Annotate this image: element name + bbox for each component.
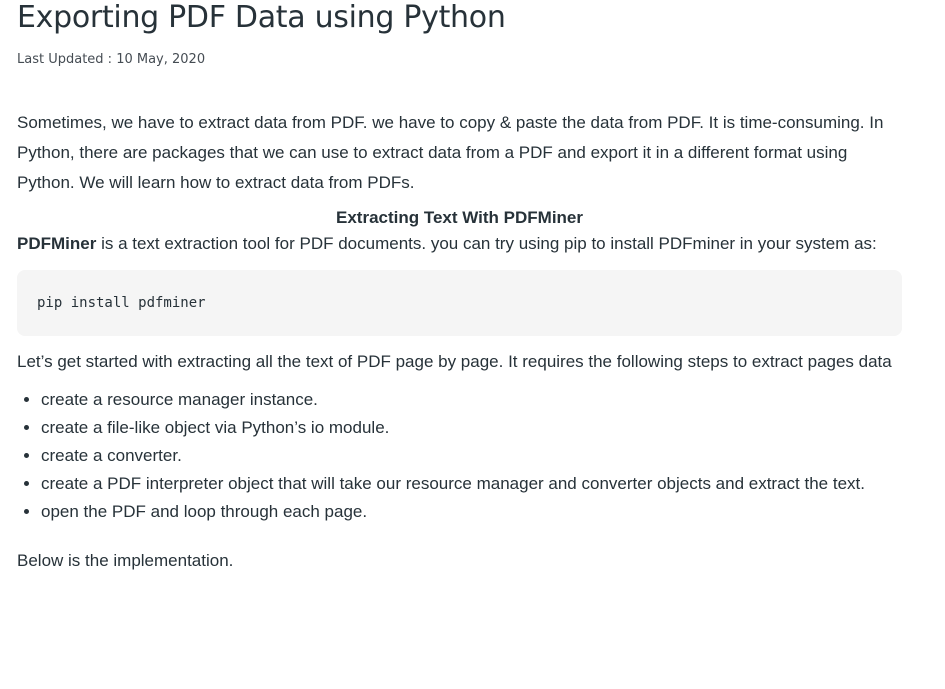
- intro-paragraph: Sometimes, we have to extract data from …: [17, 113, 884, 192]
- steps-lead-paragraph: Let’s get started with extracting all th…: [17, 352, 892, 371]
- code-block[interactable]: pip install pdfminer: [17, 270, 902, 336]
- tool-name: PDFMiner: [17, 234, 97, 253]
- steps-list: create a resource manager instance. crea…: [17, 386, 902, 526]
- list-item: create a PDF interpreter object that wil…: [41, 470, 902, 498]
- code-line[interactable]: pip install pdfminer: [37, 295, 206, 311]
- tool-paragraph: PDFMiner is a text extraction tool for P…: [17, 229, 902, 259]
- section-heading: Extracting Text With PDFMiner: [336, 208, 583, 227]
- implementation-note: Below is the implementation.: [17, 551, 234, 570]
- list-item: create a converter.: [41, 442, 902, 470]
- page-title: Exporting PDF Data using Python: [17, 0, 506, 35]
- tool-description: is a text extraction tool for PDF docume…: [96, 234, 877, 253]
- last-updated: Last Updated : 10 May, 2020: [17, 52, 206, 67]
- article: Exporting PDF Data using Python Last Upd…: [17, 0, 902, 576]
- list-item: create a resource manager instance.: [41, 386, 902, 414]
- list-item: create a file-like object via Python’s i…: [41, 414, 902, 442]
- list-item: open the PDF and loop through each page.: [41, 498, 902, 526]
